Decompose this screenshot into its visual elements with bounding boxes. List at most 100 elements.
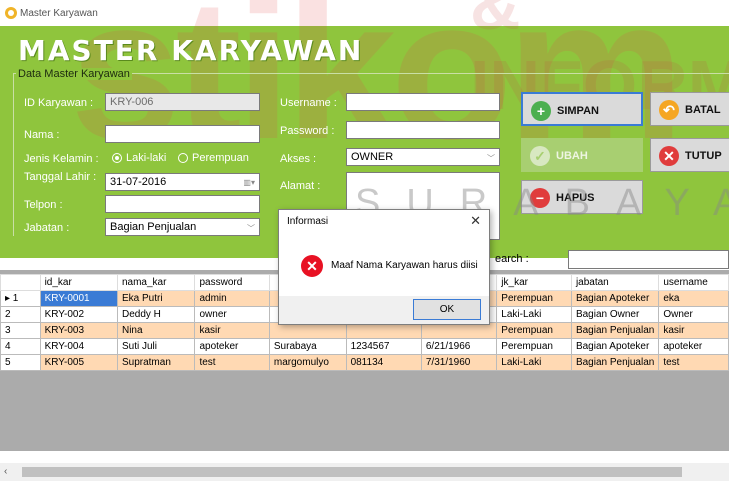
jabatan-select[interactable]: Bagian Penjualan ﹀ [105,218,260,236]
chevron-down-icon: ﹀ [487,154,495,163]
table-cell[interactable]: Eka Putri [116,290,196,307]
column-header[interactable]: id_kar [39,274,118,291]
table-cell[interactable]: Laki-Laki [496,306,572,323]
minus-icon: − [530,188,550,208]
group-box-label: Data Master Karyawan [16,68,132,80]
table-cell[interactable]: Bagian Penjualan [570,354,660,371]
table-cell[interactable]: kasir [658,322,729,339]
password-field[interactable] [346,121,500,139]
table-cell[interactable]: KRY-005 [39,354,118,371]
table-cell[interactable]: test [658,354,729,371]
row-marker[interactable]: 4 [0,338,41,355]
column-header[interactable]: jabatan [570,274,660,291]
close-icon: ✕ [659,146,679,166]
tutup-button[interactable]: ✕ TUTUP [650,138,729,172]
column-header[interactable]: password [194,274,270,291]
window-title: Master Karyawan [20,8,98,19]
table-cell[interactable]: KRY-0001 [39,290,118,307]
ubah-button[interactable]: ✓ UBAH [521,138,643,172]
table-cell[interactable]: 081134 [345,354,422,371]
row-header-corner [0,274,41,291]
scrollbar-thumb[interactable] [22,467,682,477]
table-cell[interactable]: Deddy H [116,306,196,323]
tgl-label: Tanggal Lahir : [24,171,97,183]
table-cell[interactable]: KRY-003 [39,322,118,339]
ok-button[interactable]: OK [413,299,481,320]
jk-label: Jenis Kelamin : [24,153,99,165]
username-label: Username : [280,97,337,109]
close-icon[interactable]: ✕ [470,213,481,229]
radio-perempuan-label: Perempuan [192,152,249,164]
telp-label: Telpon : [24,199,63,211]
table-cell[interactable]: Bagian Apoteker [570,338,660,355]
akses-select[interactable]: OWNER ﹀ [346,148,500,166]
id-field[interactable]: KRY-006 [105,93,260,111]
column-header[interactable]: username [658,274,729,291]
hapus-button[interactable]: − HAPUS [521,180,643,214]
tgl-field[interactable]: 31-07-2016 ▥▾ [105,173,260,191]
info-dialog: Informasi ✕ ✕ Maaf Nama Karyawan harus d… [278,209,490,325]
radio-laki[interactable]: Laki-laki [112,152,166,164]
table-cell[interactable]: 7/31/1960 [420,354,498,371]
nama-field[interactable] [105,125,260,143]
row-marker[interactable]: ▸ 1 [0,290,41,307]
row-marker[interactable]: 3 [0,322,41,339]
search-label: earch : [495,253,529,265]
horizontal-scrollbar[interactable]: ‹ [0,463,729,481]
radio-dot [112,153,122,164]
dialog-message: Maaf Nama Karyawan harus diisi [331,260,478,271]
row-marker[interactable]: 5 [0,354,41,371]
akses-value: OWNER [351,151,394,163]
table-cell[interactable]: Perempuan [496,290,572,307]
radio-dot [178,153,188,164]
table-cell[interactable]: kasir [194,322,270,339]
table-cell[interactable]: test [194,354,270,371]
radio-perempuan[interactable]: Perempuan [178,152,249,164]
tutup-label: TUTUP [685,150,722,162]
table-cell[interactable]: 6/21/1966 [420,338,498,355]
table-cell[interactable]: Nina [116,322,196,339]
table-cell[interactable]: 1234567 [345,338,422,355]
column-header[interactable]: nama_kar [116,274,196,291]
table-cell[interactable]: apoteker [194,338,270,355]
akses-label: Akses : [280,153,317,165]
table-cell[interactable]: Laki-Laki [496,354,572,371]
table-cell[interactable]: KRY-002 [39,306,118,323]
table-cell[interactable]: Perempuan [496,322,572,339]
tgl-value: 31-07-2016 [110,176,167,188]
table-row[interactable]: 5 KRY-005 Supratman test margomulyo 0811… [0,354,729,371]
table-cell[interactable]: Suti Juli [116,338,196,355]
table-cell[interactable]: KRY-004 [39,338,118,355]
alamat-label: Alamat : [280,180,321,192]
table-cell[interactable]: Bagian Penjualan [570,322,660,339]
table-cell[interactable]: Bagian Owner [570,306,660,323]
table-cell[interactable]: margomulyo [268,354,347,371]
hapus-label: HAPUS [556,192,595,204]
chevron-down-icon: ﹀ [247,224,255,233]
simpan-button[interactable]: + SIMPAN [521,92,643,126]
radio-laki-label: Laki-laki [126,152,167,164]
table-cell[interactable]: owner [194,306,270,323]
calendar-icon[interactable]: ▥▾ [243,178,255,187]
table-cell[interactable]: Bagian Apoteker [570,290,660,307]
table-row[interactable]: 4 KRY-004 Suti Juli apoteker Surabaya 12… [0,338,729,355]
dialog-footer: OK [279,296,489,324]
batal-button[interactable]: ↶ BATAL [650,92,729,126]
telp-field[interactable] [105,195,260,213]
table-cell[interactable]: Owner [658,306,729,323]
page-title: MASTER KARYAWAN [18,34,364,67]
table-cell[interactable]: Surabaya [268,338,347,355]
password-label: Password : [280,125,335,137]
plus-icon: + [531,101,551,121]
table-cell[interactable]: Perempuan [496,338,572,355]
error-icon: ✕ [301,255,323,277]
scroll-left-icon[interactable]: ‹ [4,466,7,477]
column-header[interactable]: jk_kar [496,274,572,291]
search-input[interactable] [568,250,729,269]
table-cell[interactable]: Supratman [116,354,196,371]
table-cell[interactable]: eka [658,290,729,307]
table-cell[interactable]: admin [194,290,270,307]
table-cell[interactable]: apoteker [658,338,729,355]
username-field[interactable] [346,93,500,111]
row-marker[interactable]: 2 [0,306,41,323]
